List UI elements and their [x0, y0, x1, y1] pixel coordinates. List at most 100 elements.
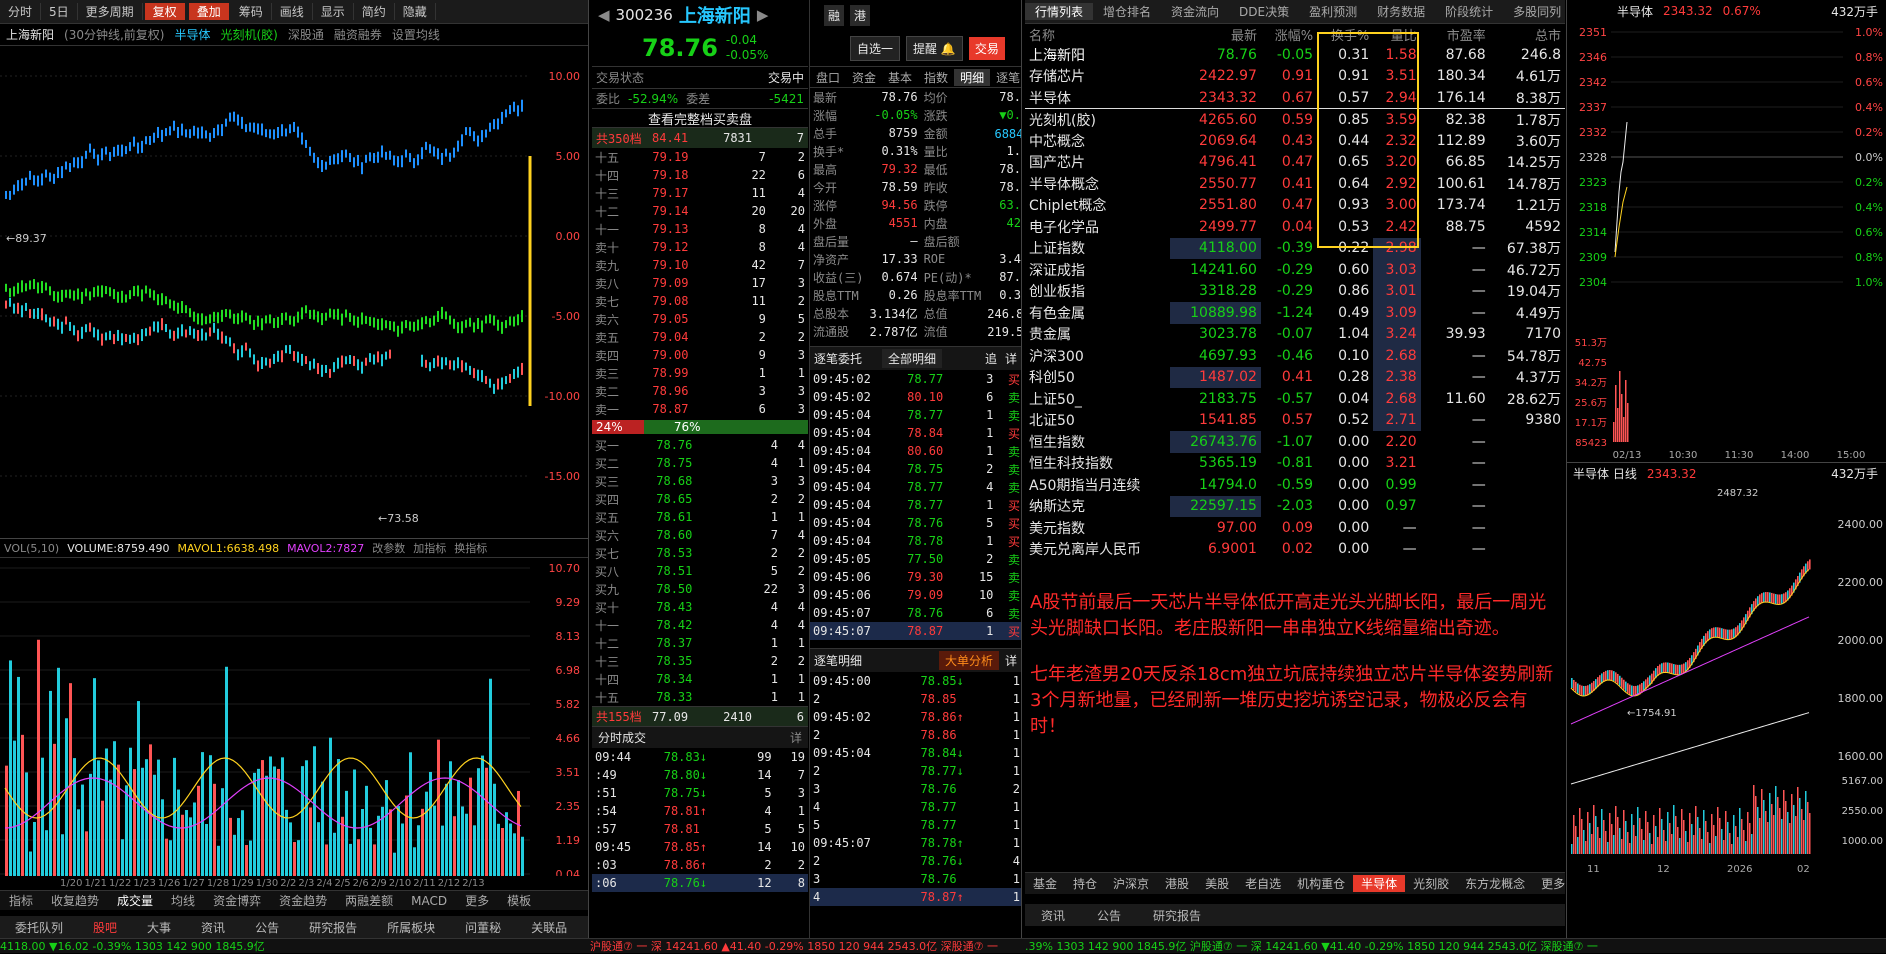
list-tab-6[interactable]: 阶段统计: [1435, 3, 1503, 20]
obo-filter-select[interactable]: 全部明细: [882, 349, 943, 368]
list-row[interactable]: 上海新阳 78.76 -0.05 0.31 1.58 87.68 246.8: [1025, 44, 1565, 66]
watchlist-tab-0[interactable]: 基金: [1025, 875, 1065, 892]
bid-row[interactable]: 买六 78.60 7 4: [592, 526, 808, 544]
overlay-margin[interactable]: 融资融券: [334, 26, 382, 43]
list-row[interactable]: 恒生科技指数 5365.19 -0.81 0.00 3.21—: [1025, 453, 1565, 475]
list-row[interactable]: 深证成指 14241.60 -0.29 0.60 3.03—46.72万: [1025, 259, 1565, 281]
list-tab-7[interactable]: 多股同列: [1503, 3, 1565, 20]
footer-tab-6[interactable]: 所属板块: [372, 919, 450, 936]
watchlist-tab-6[interactable]: 机构重仓: [1289, 875, 1353, 892]
toolbar-3[interactable]: 复权: [144, 3, 185, 20]
footer-tab-1[interactable]: 股吧: [78, 919, 132, 936]
full-book-button[interactable]: 查看完整档买卖盘: [592, 108, 808, 128]
ask-row[interactable]: 卖五 79.04 2 2: [592, 328, 808, 346]
bid-row[interactable]: 十二 78.37 1 1: [592, 634, 808, 652]
toolbar-9[interactable]: 隐藏: [395, 3, 436, 20]
detail-tab-3[interactable]: 指数: [918, 69, 954, 86]
bid-row[interactable]: 十一 78.42 4 4: [592, 616, 808, 634]
intraday-chart[interactable]: 2351 1.0%2346 0.8%2342 0.6%2337 0.4%2332 0.2%…: [1567, 22, 1886, 462]
volume-chart[interactable]: 10.709.298.136.985.824.663.512.351.190.0…: [0, 558, 588, 876]
overlay-semiconductor[interactable]: 半导体: [174, 26, 210, 43]
list-row[interactable]: 存储芯片 2422.97 0.91 0.91 3.51 180.34 4.61万: [1025, 66, 1565, 88]
list-row[interactable]: 美元指数 97.00 0.09 0.00— —: [1025, 517, 1565, 539]
watchlist-tab-5[interactable]: 老自选: [1237, 875, 1289, 892]
ask-row[interactable]: 十四 79.18 22 6: [592, 166, 808, 184]
ask-row[interactable]: 卖三 78.99 1 1: [592, 364, 808, 382]
list-row[interactable]: 中芯概念 2069.64 0.43 0.44 2.32 112.89 3.60万: [1025, 130, 1565, 152]
ask-row[interactable]: 卖八 79.09 17 3: [592, 274, 808, 292]
obo-detail-button[interactable]: 详: [1005, 350, 1017, 367]
bid-row[interactable]: 十三 78.35 2 2: [592, 652, 808, 670]
kline-chart[interactable]: 10.005.000.00-5.00-10.00-15.00←89.37←73.…: [0, 46, 588, 536]
ask-row[interactable]: 卖六 79.05 9 5: [592, 310, 808, 328]
watchlist-tab-10[interactable]: 更多: [1533, 875, 1565, 892]
toolbar-4[interactable]: 叠加: [188, 3, 229, 20]
add-indicator[interactable]: 加指标: [413, 540, 446, 556]
list-row[interactable]: 北证50 1541.85 0.57 0.52 2.71—9380: [1025, 409, 1565, 431]
toolbar-1[interactable]: 5日: [41, 3, 78, 20]
indicator-tab-0[interactable]: 指标: [0, 892, 42, 909]
footer-tab-3[interactable]: 资讯: [186, 919, 240, 936]
detail-tab-0[interactable]: 盘口: [810, 69, 846, 86]
list-row[interactable]: 半导体概念 2550.77 0.41 0.64 2.92 100.61 14.78万: [1025, 173, 1565, 195]
bid-row[interactable]: 买九 78.50 22 3: [592, 580, 808, 598]
footer-tab-4[interactable]: 公告: [240, 919, 294, 936]
watchlist-tab-7[interactable]: 半导体: [1353, 875, 1406, 892]
footer-tab-0[interactable]: 委托队列: [0, 919, 78, 936]
ask-row[interactable]: 卖四 79.00 9 3: [592, 346, 808, 364]
indicator-tab-9[interactable]: 模板: [498, 892, 540, 909]
footer-tab-7[interactable]: 问董秘: [450, 919, 516, 936]
list-tab-3[interactable]: DDE决策: [1229, 3, 1299, 20]
ask-row[interactable]: 十一 79.13 8 4: [592, 220, 808, 238]
alert-button[interactable]: 提醒 🔔: [906, 35, 963, 61]
list-row[interactable]: A50期指当月连续 14794.0 -0.59 0.00 0.99—: [1025, 474, 1565, 496]
bid-row[interactable]: 买一 78.76 4 4: [592, 436, 808, 454]
switch-indicator[interactable]: 换指标: [454, 540, 487, 556]
list-row[interactable]: 上证指数 4118.00 -0.39 0.22 2.98—67.38万: [1025, 237, 1565, 259]
list-tab-1[interactable]: 增仓排名: [1093, 3, 1161, 20]
list-row[interactable]: 有色金属 10889.98 -1.24 0.49 3.09—4.49万: [1025, 302, 1565, 324]
list-row[interactable]: 美元兑离岸人民币 6.9001 0.02 0.00— —: [1025, 539, 1565, 561]
list-row[interactable]: 纳斯达克 22597.15 -2.03 0.00 0.97—: [1025, 495, 1565, 517]
next-stock-icon[interactable]: ▶: [757, 6, 769, 24]
ask-row[interactable]: 卖九 79.10 42 7: [592, 256, 808, 274]
bid-row[interactable]: 买二 78.75 4 1: [592, 454, 808, 472]
detail-tab-2[interactable]: 基本: [882, 69, 918, 86]
footer-tab-5[interactable]: 研究报告: [294, 919, 372, 936]
ma-settings[interactable]: 设置均线: [392, 26, 440, 43]
watchlist-tab-3[interactable]: 港股: [1157, 875, 1197, 892]
watchlist-tab-1[interactable]: 持仓: [1065, 875, 1105, 892]
list-row[interactable]: 电子化学品 2499.77 0.04 0.53 2.42 88.75 4592: [1025, 216, 1565, 238]
big-order-button[interactable]: 大单分析: [938, 651, 999, 670]
bid-row[interactable]: 买三 78.68 3 3: [592, 472, 808, 490]
overlay-sz-connect[interactable]: 深股通: [288, 26, 324, 43]
indicator-tab-8[interactable]: 更多: [456, 892, 498, 909]
daily-chart[interactable]: 2400.002200.002000.001800.001600.002487.…: [1567, 484, 1886, 884]
detail-tab-5[interactable]: 逐笔: [990, 69, 1021, 86]
overlay-photoresist[interactable]: 光刻机(胶): [220, 26, 277, 43]
list-tab-0[interactable]: 行情列表: [1025, 3, 1094, 20]
list-row[interactable]: 创业板指 3318.28 -0.29 0.86 3.01—19.04万: [1025, 280, 1565, 302]
indicator-tab-5[interactable]: 资金趋势: [270, 892, 336, 909]
trade-button[interactable]: 交易: [968, 36, 1005, 60]
footer-tab-8[interactable]: 关联品: [516, 919, 582, 936]
bid-row[interactable]: 买十 78.43 4 4: [592, 598, 808, 616]
change-params[interactable]: 改参数: [372, 540, 405, 556]
sub-tab-0[interactable]: 资讯: [1025, 907, 1081, 924]
prev-stock-icon[interactable]: ◀: [598, 6, 610, 24]
detail-tab-1[interactable]: 资金: [846, 69, 882, 86]
detail-tab-4[interactable]: 明细: [954, 68, 991, 86]
ask-row[interactable]: 卖十 79.12 8 4: [592, 238, 808, 256]
toolbar-0[interactable]: 分时: [0, 3, 42, 20]
list-row[interactable]: 半导体 2343.32 0.67 0.57 2.94 176.14 8.38万: [1025, 87, 1565, 109]
list-row[interactable]: 上证50_ 2183.75 -0.57 0.04 2.68 11.60 28.62万: [1025, 388, 1565, 410]
list-row[interactable]: 恒生指数 26743.76 -1.07 0.00 2.20—: [1025, 431, 1565, 453]
indicator-tab-6[interactable]: 两融差额: [336, 892, 402, 909]
list-row[interactable]: Chiplet概念 2551.80 0.47 0.93 3.00 173.74 1.21万: [1025, 195, 1565, 217]
ask-row[interactable]: 卖七 79.08 11 2: [592, 292, 808, 310]
watchlist-tab-8[interactable]: 光刻胶: [1405, 875, 1457, 892]
bid-row[interactable]: 十四 78.34 1 1: [592, 670, 808, 688]
add-watchlist-button[interactable]: 自选一: [850, 35, 901, 61]
indicator-tab-7[interactable]: MACD: [402, 894, 456, 908]
list-row[interactable]: 国产芯片 4796.41 0.47 0.65 3.20 66.85 14.25万: [1025, 152, 1565, 174]
